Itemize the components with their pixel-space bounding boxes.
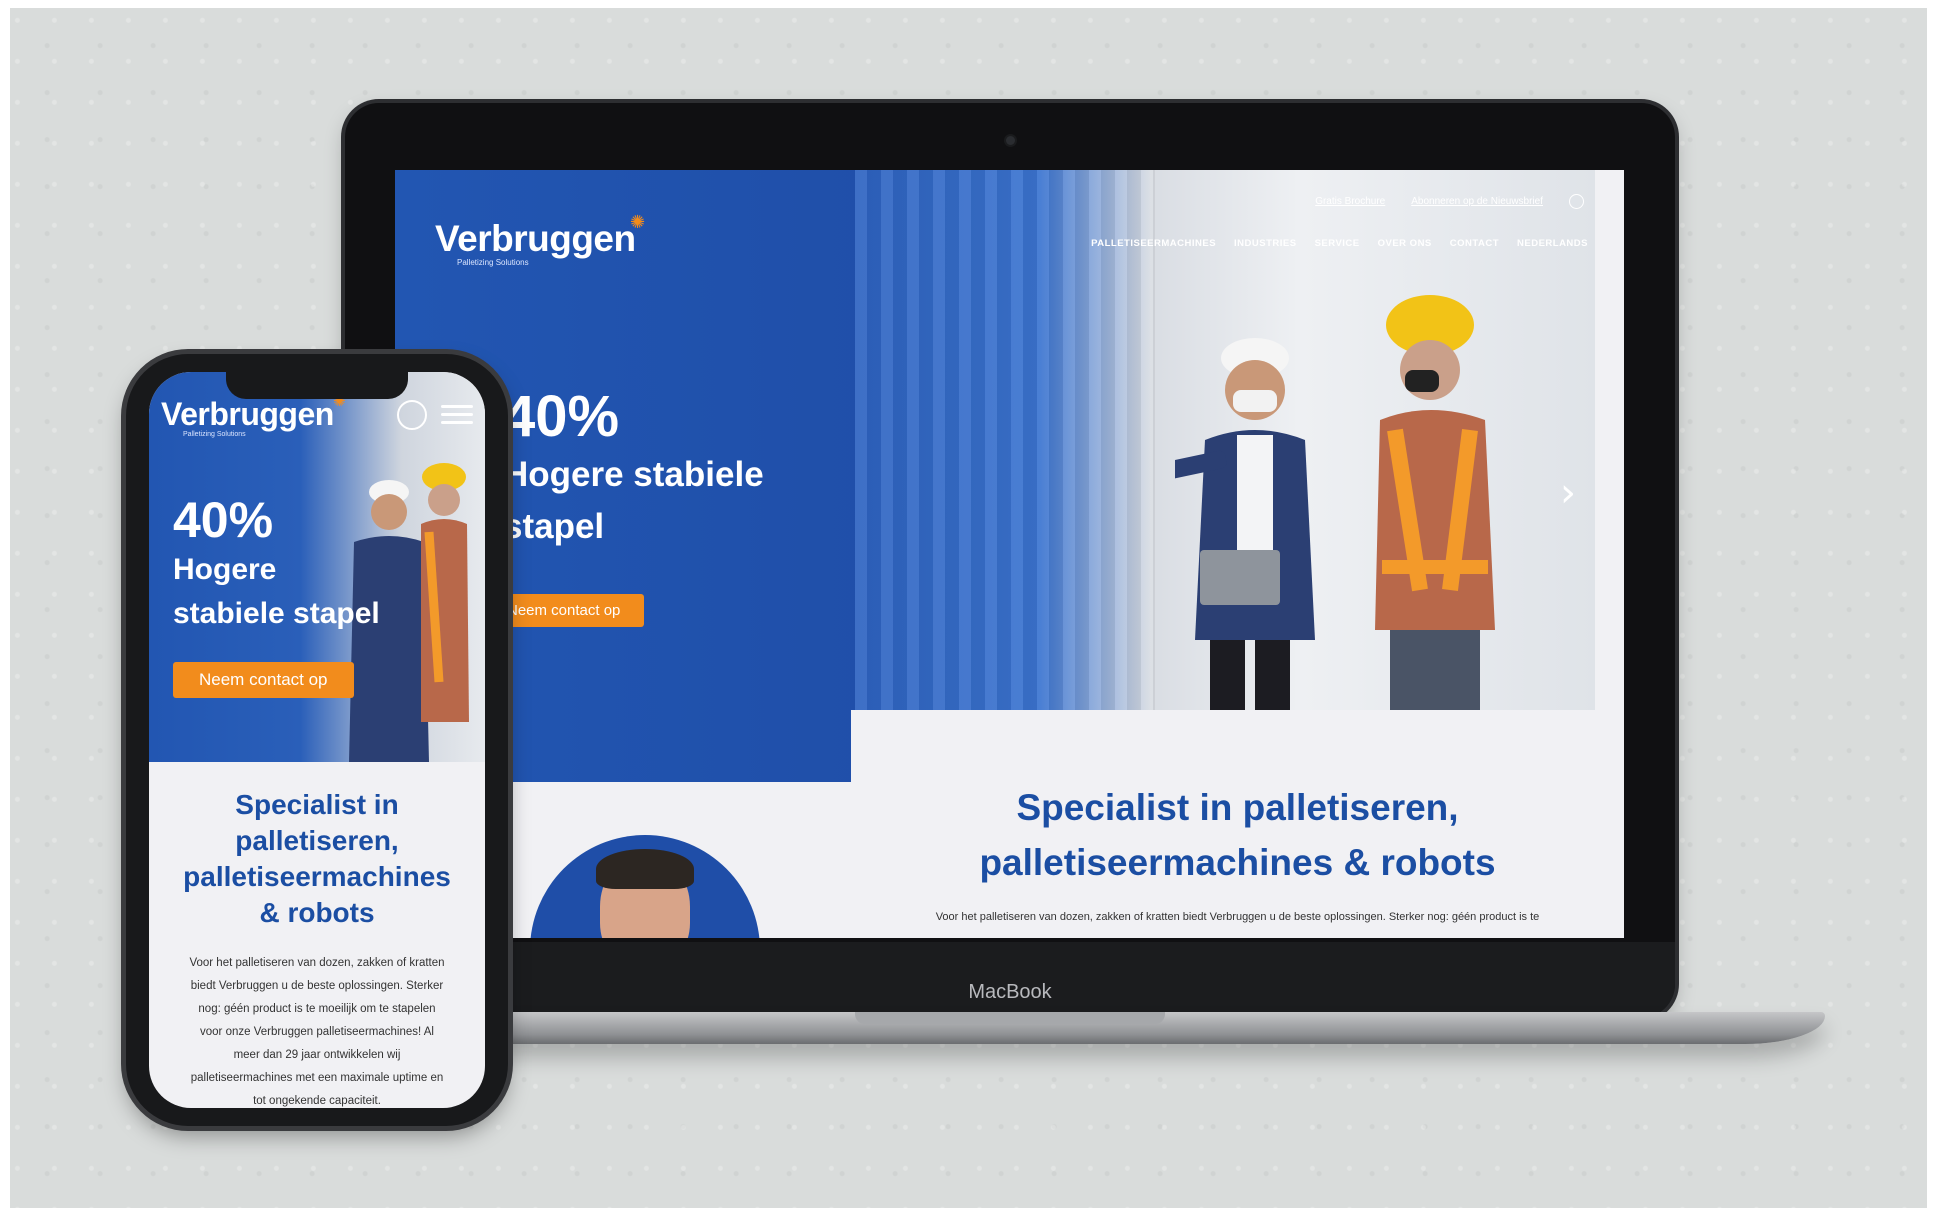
hero-percent: 40% [503, 384, 620, 449]
section-heading: Specialist in palletiseren, palletiseerm… [851, 780, 1624, 890]
user-account-icon[interactable] [397, 400, 427, 430]
mobile-hero-percent: 40% [173, 492, 274, 548]
nav-item-palletiseermachines[interactable]: PALLETISEERMACHINES [1091, 238, 1216, 249]
container-doors [855, 170, 1155, 710]
sun-logo-icon: ✺ [630, 212, 646, 233]
mobile-heading-line1: Specialist in [235, 789, 399, 820]
newsletter-link[interactable]: Abonneren op de Nieuwsbrief [1411, 196, 1543, 207]
desktop-website: Verbruggen Palletizing Solutions ✺ Grati… [395, 170, 1624, 938]
mobile-contact-button[interactable]: Neem contact op [173, 662, 354, 698]
mobile-website: Verbruggen Palletizing Solutions ✺ 40% H… [149, 372, 485, 1108]
camera-icon [1006, 136, 1015, 145]
nav-item-language[interactable]: NEDERLANDS [1517, 238, 1588, 249]
mobile-hero-headline: 40% Hogere stabiele stapel [173, 492, 380, 636]
mobile-heading-line3: palletiseermachines [183, 861, 451, 892]
chevron-right-icon[interactable]: › [1560, 470, 1576, 516]
mobile-hero-subtitle-line2: stabiele stapel [173, 597, 380, 630]
section-heading-line1: Specialist in palletiseren, [1016, 787, 1459, 828]
mobile-heading-line4: & robots [259, 897, 375, 928]
phone-notch [226, 369, 408, 399]
mobile-hero-subtitle-line1: Hogere [173, 553, 277, 586]
mobile-site-logo[interactable]: Verbruggen Palletizing Solutions ✺ [161, 392, 346, 438]
section-body: Voor het palletiseren van dozen, zakken … [935, 911, 1540, 923]
avatar [530, 835, 760, 938]
hero-subtitle-line1: Hogere stabiele [503, 455, 764, 494]
nav-item-over-ons[interactable]: OVER ONS [1378, 238, 1432, 249]
device-label: MacBook [968, 981, 1052, 1003]
mobile-section-body: Voor het palletiseren van dozen, zakken … [189, 957, 445, 1107]
top-links: Gratis Brochure Abonneren op de Nieuwsbr… [1315, 194, 1584, 209]
nav-item-contact[interactable]: CONTACT [1450, 238, 1499, 249]
hero-subtitle-line2: stapel [503, 507, 605, 546]
section-heading-line2: palletiseermachines & robots [979, 842, 1496, 883]
mobile-logo-wordmark: Verbruggen [161, 396, 334, 432]
main-navigation: PALLETISEERMACHINES INDUSTRIES SERVICE O… [1091, 238, 1588, 249]
brochure-link[interactable]: Gratis Brochure [1315, 196, 1385, 207]
laptop-chin [345, 942, 1675, 1018]
hamburger-menu-icon[interactable] [441, 405, 473, 429]
logo-wordmark: Verbruggen [435, 218, 636, 259]
contact-button[interactable]: Neem contact op [491, 594, 645, 627]
hero-headline: 40% Hogere stabiele stapel [503, 385, 764, 553]
mobile-heading-line2: palletiseren, [235, 825, 399, 856]
mobile-section-heading: Specialist in palletiseren, palletiseerm… [149, 787, 485, 931]
nav-item-service[interactable]: SERVICE [1315, 238, 1360, 249]
man-figure [1175, 338, 1315, 710]
woman-figure [1375, 295, 1495, 710]
nav-item-industries[interactable]: INDUSTRIES [1234, 238, 1297, 249]
user-account-icon[interactable] [1569, 194, 1584, 209]
laptop-hinge-notch [855, 1012, 1165, 1024]
site-logo[interactable]: Verbruggen Palletizing Solutions ✺ [435, 212, 645, 267]
hair [596, 849, 694, 889]
